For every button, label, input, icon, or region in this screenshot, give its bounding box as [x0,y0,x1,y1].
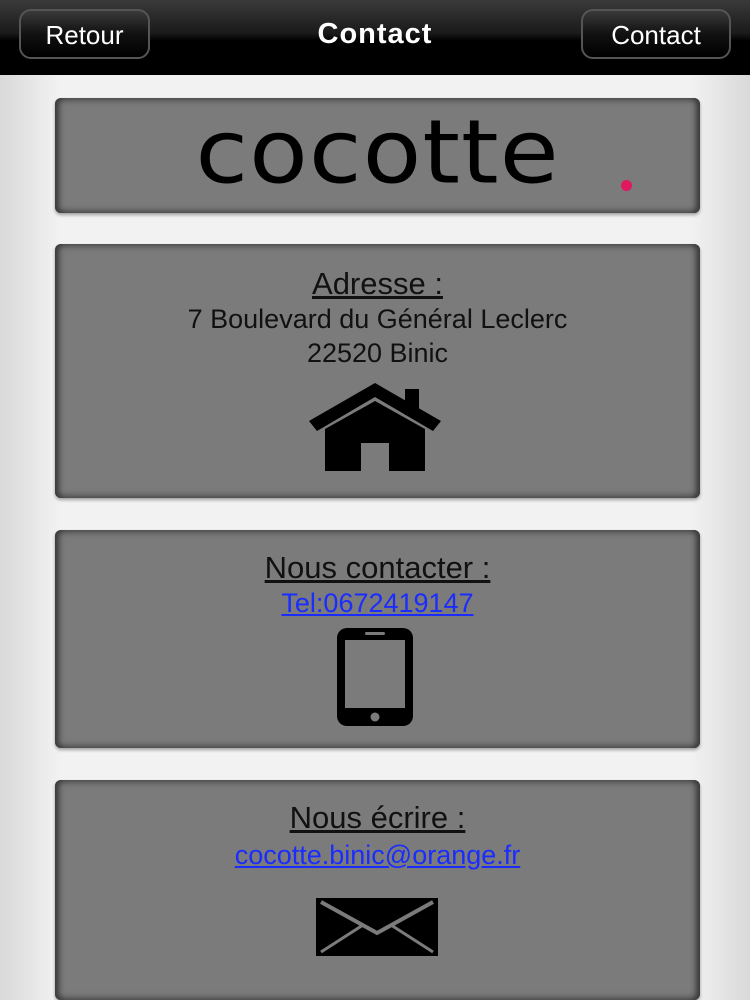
logo-card: cocotte [55,98,700,213]
contact-button[interactable]: Contact [581,9,731,59]
address-street: 7 Boulevard du Général Leclerc [187,304,568,334]
house-icon [309,383,441,471]
mail-title: Nous écrire : [289,800,466,835]
email-link[interactable]: cocotte.binic@orange.fr [55,840,700,871]
contact-card: Nous contacter : Tel:0672419147 [55,530,700,748]
mail-card: Nous écrire : cocotte.binic@orange.fr [55,780,700,1000]
address-card: Adresse : 7 Boulevard du Général Leclerc… [55,244,700,498]
smartphone-icon [337,628,413,726]
navigation-bar: Retour Contact Contact [0,0,750,75]
contact-title: Nous contacter : [264,550,491,585]
address-title: Adresse : [312,266,443,301]
logo-accent-dot [621,180,632,191]
phone-link[interactable]: Tel:0672419147 [55,588,700,619]
envelope-icon [316,898,438,956]
address-city: 22520 Binic [306,338,449,368]
brand-logo: cocotte [195,100,560,204]
